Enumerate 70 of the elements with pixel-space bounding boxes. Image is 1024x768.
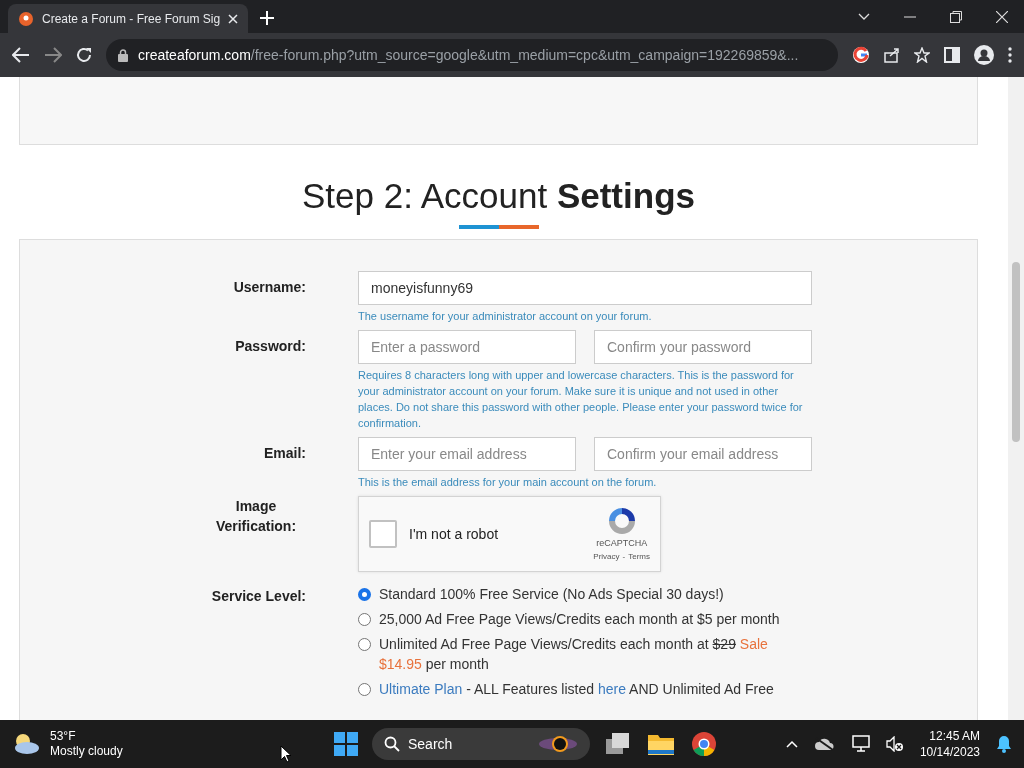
captcha-label: I'm not a robot <box>409 524 500 544</box>
privacy-link[interactable]: Privacy <box>593 550 620 563</box>
lock-icon <box>118 48 128 62</box>
bell-icon[interactable] <box>996 735 1012 753</box>
radio-button[interactable] <box>358 638 371 651</box>
star-icon[interactable] <box>914 47 930 63</box>
username-field[interactable]: moneyisfunny69 <box>358 271 812 305</box>
captcha-checkbox[interactable] <box>369 520 397 548</box>
confirm-email-field[interactable]: Confirm your email address <box>594 437 812 471</box>
folder-icon[interactable] <box>648 733 674 755</box>
chrome-icon[interactable] <box>692 732 716 756</box>
share-icon[interactable] <box>884 47 900 63</box>
task-view-icon[interactable] <box>606 733 630 755</box>
field-hint: Requires 8 characters long with upper and lowercase characters. This is the password for your administrator account on your forum. Make sure it is unique and not used in other places. Do not share this password with other people. Please enter your password twice for confirmation. <box>358 368 804 431</box>
page-heading: Step 2: Account Settings <box>301 175 696 217</box>
start-icon[interactable] <box>334 732 358 756</box>
taskbar-search[interactable]: Search <box>372 728 590 760</box>
menu-icon[interactable] <box>1008 47 1012 63</box>
minimize-icon[interactable] <box>904 15 916 18</box>
profile-icon[interactable] <box>974 45 994 65</box>
browser-tab[interactable]: Create a Forum - Free Forum Sig <box>8 4 248 33</box>
side-panel-icon[interactable] <box>944 47 960 63</box>
email-field[interactable]: Enter your email address <box>358 437 576 471</box>
address-bar[interactable]: createaforum.com/free-forum.php?utm_source=google&utm_medium=cpc&utm_campaign=192269859&... <box>106 39 838 71</box>
restore-icon[interactable] <box>950 10 962 23</box>
new-tab-icon[interactable] <box>260 11 274 25</box>
tab-title: Create a Forum - Free Forum Sig <box>42 10 220 28</box>
cloudy-moon-icon <box>12 732 40 756</box>
option-label: Standard 100% Free Service (No Ads Special 30 days!) <box>379 585 724 604</box>
url-text: createaforum.com/free-forum.php?utm_source=google&utm_medium=cpc&utm_campaign=192269859&... <box>138 45 799 65</box>
mouse-cursor-icon <box>280 745 292 763</box>
field-hint: The username for your administrator account on your forum. <box>358 309 653 324</box>
option-link[interactable]: here <box>597 681 626 697</box>
back-arrow-icon[interactable] <box>12 47 30 63</box>
field-hint: This is the email address for your main account on the forum. <box>358 475 658 490</box>
search-icon <box>384 736 400 752</box>
captcha-brand: reCAPTCHA <box>596 537 648 551</box>
separator-text: - <box>622 550 626 563</box>
field-label: Image Verification: <box>214 497 298 536</box>
option-link[interactable]: Ultimate Plan <box>379 681 463 697</box>
scrollbar-thumb[interactable] <box>1012 262 1020 442</box>
option-label: Ultimate Plan - ALL Features listed here AND Unlimited Ad Free <box>379 680 774 699</box>
field-label: Password: <box>235 337 306 356</box>
weather-condition: Mostly cloudy <box>50 744 124 759</box>
option-label: Unlimited Ad Free Page Views/Credits each month at $29 Sale $14.95 per month <box>379 635 769 674</box>
clock-time[interactable]: 12:45 AM <box>929 728 980 744</box>
chevron-down-icon[interactable] <box>858 12 870 21</box>
radio-button[interactable] <box>358 588 371 601</box>
forward-arrow-icon[interactable] <box>44 47 62 63</box>
weather-temperature: 53°F <box>50 729 77 744</box>
close-icon[interactable] <box>228 13 238 24</box>
google-icon[interactable] <box>852 46 870 64</box>
confirm-password-field[interactable]: Confirm your password <box>594 330 812 364</box>
scrollbar[interactable] <box>1008 77 1024 720</box>
option-label: 25,000 Ad Free Page Views/Credits each month at $5 per month <box>379 610 780 629</box>
close-icon[interactable] <box>996 10 1008 23</box>
radio-button[interactable] <box>358 683 371 696</box>
radio-button[interactable] <box>358 613 371 626</box>
terms-link[interactable]: Terms <box>628 550 650 563</box>
clock-date[interactable]: 10/14/2023 <box>919 744 980 760</box>
password-field[interactable]: Enter a password <box>358 330 576 364</box>
eclipse-icon <box>538 733 578 755</box>
reload-icon[interactable] <box>76 47 92 63</box>
cloud-off-icon[interactable] <box>813 737 834 751</box>
site-favicon <box>18 10 34 27</box>
field-label: Username: <box>233 278 306 297</box>
muted-speaker-icon[interactable] <box>885 736 904 752</box>
field-label: Service Level: <box>211 587 306 606</box>
field-label: Email: <box>264 444 306 463</box>
chevron-up-icon[interactable] <box>785 740 798 748</box>
